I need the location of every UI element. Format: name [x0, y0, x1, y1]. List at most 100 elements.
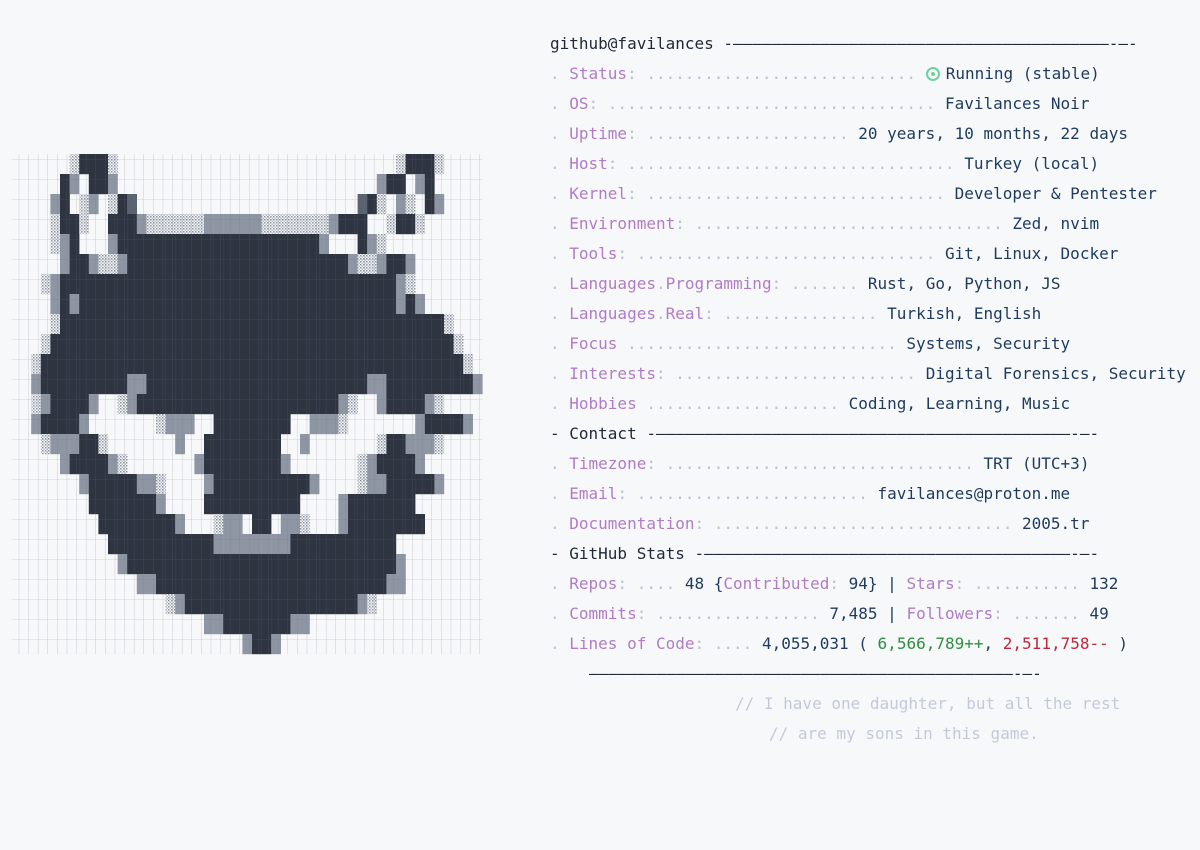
rows-dots: : ................................ [675, 214, 1013, 233]
rows-value: Turkish, English [887, 304, 1042, 323]
contact-dots: : ........................ [617, 484, 878, 503]
rows-row: . Languages.Real: ................ Turki… [550, 304, 1042, 323]
header-title: github@favilances [550, 34, 714, 53]
footer-rule-line: ————————————————————————————————————————… [550, 659, 1190, 689]
comment-2: // are my sons in this game. [769, 724, 1039, 743]
stats-title: GitHub Stats [569, 544, 685, 563]
rows-value: Favilances Noir [944, 94, 1090, 113]
rows-value: Running (stable) [945, 64, 1100, 83]
contact-rule: -———————————————————————————————————————… [636, 424, 1100, 443]
rows-row: . Status: ............................ R… [550, 64, 1100, 83]
rows-value: Developer & Pentester [954, 184, 1157, 203]
stats-rule: -——————————————————————————————————————-… [684, 544, 1100, 563]
rows-dots: : ............................ [627, 64, 926, 83]
rows-key: Uptime [569, 124, 628, 143]
repos-label: Repos [569, 574, 618, 593]
repos-value: 48 [684, 574, 705, 593]
rows-value: Zed, nvim [1012, 214, 1100, 233]
rows-value: Git, Linux, Docker [944, 244, 1119, 263]
rows-key: Environment [569, 214, 676, 233]
rows-key: Languages [569, 304, 656, 323]
repos-line: . Repos: .... 48 {Contributed: 94} | Sta… [550, 574, 1119, 593]
contact-row: . Documentation: .......................… [550, 514, 1090, 533]
rows-value: 20 years, 10 months, 22 days [858, 124, 1128, 143]
stars-value: 132 [1089, 574, 1119, 593]
contact-key: Email [569, 484, 618, 503]
rows-value: Systems, Security [906, 334, 1071, 353]
contact-dots: : ............................... [694, 514, 1023, 533]
contact-value: TRT (UTC+3) [983, 454, 1090, 473]
rows-value: Rust, Go, Python, JS [867, 274, 1061, 293]
contact-row: . Timezone: ............................… [550, 454, 1090, 473]
rows-key: Status [569, 64, 628, 83]
rows-row: . Focus ............................ Sys… [550, 334, 1071, 353]
header-rule: -———————————————————————————————————————… [713, 34, 1138, 53]
header-line: github@favilances -—————————————————————… [550, 29, 1190, 59]
contact-key: Documentation [569, 514, 695, 533]
loc-line: . Lines of Code: .... 4,055,031 ( 6,566,… [550, 634, 1129, 653]
rows-value: Digital Forensics, Security [925, 364, 1186, 383]
comment-line-1: // I have one daughter, but all the rest [550, 689, 1190, 719]
fox-mask-shape [12, 154, 483, 655]
commits-line: . Commits: ................. 7,485 | Fol… [550, 604, 1109, 623]
contact-value: favilances@proton.me [877, 484, 1071, 503]
followers-value: 49 [1089, 604, 1109, 623]
commits-label: Commits [569, 604, 637, 623]
rows-key: Languages [569, 274, 656, 293]
commits-value: 7,485 [829, 604, 878, 623]
rows-dots: : ..................... [627, 124, 859, 143]
contact-row: . Email: ........................ favila… [550, 484, 1071, 503]
comment-line-2: // are my sons in this game. [550, 719, 1190, 749]
contact-key: Timezone [569, 454, 647, 473]
rows-row: . Environment: .........................… [550, 214, 1100, 233]
rows-dots: ............................ [617, 334, 907, 353]
rows-key: Interests [569, 364, 656, 383]
rows-row: . Hobbies .................... Coding, L… [550, 394, 1071, 413]
comment-1: // I have one daughter, but all the rest [735, 694, 1121, 713]
status-indicator-icon [925, 67, 940, 81]
rows-dots: .................... [636, 394, 849, 413]
rows-key: OS [569, 94, 589, 113]
rows-key: Hobbies [569, 394, 637, 413]
loc-added: 6,566,789++ [877, 634, 984, 653]
loc-removed: 2,511,758-- [1002, 634, 1109, 653]
contributed-value: 94 [848, 574, 868, 593]
stars-label: Stars [906, 574, 955, 593]
contact-header: - Contact -—————————————————————————————… [550, 424, 1100, 443]
loc-label: Lines of Code [569, 634, 695, 653]
rows-key: Focus [569, 334, 618, 353]
rows-row: . OS: ..................................… [550, 94, 1090, 113]
rows-value: Turkey (local) [964, 154, 1100, 173]
rows-key: Host [569, 154, 608, 173]
stats-header: - GitHub Stats -————————————————————————… [550, 544, 1100, 563]
art-grid-overlay [12, 154, 483, 654]
contact-rows: . Timezone: ............................… [550, 449, 1190, 539]
contact-title: Contact [569, 424, 637, 443]
rows-dots: : ............................... [617, 244, 945, 263]
rows-row: . Tools: ...............................… [550, 244, 1119, 263]
rows-dots: : ................ [704, 304, 888, 323]
followers-label: Followers [906, 604, 994, 623]
info-rows: . Status: ............................ R… [550, 59, 1190, 419]
rows-row: . Host: ................................… [550, 154, 1100, 173]
contact-value: 2005.tr [1022, 514, 1090, 533]
rows-subkey: Real [665, 304, 705, 323]
rows-row: . Kernel: ..............................… [550, 184, 1157, 203]
contact-dots: : ................................ [646, 454, 984, 473]
rows-key: Tools [569, 244, 618, 263]
rows-dots: : ......................... [655, 364, 926, 383]
rows-dots: : ....... [771, 274, 868, 293]
rows-subkey: Programming [665, 274, 772, 293]
rows-row: . Languages.Programming: ....... Rust, G… [550, 274, 1061, 293]
system-info-panel: github@favilances -—————————————————————… [550, 29, 1190, 749]
rows-row: . Interests: ......................... D… [550, 364, 1186, 383]
rows-dots: : ............................... [627, 184, 955, 203]
contributed-label: Contributed [723, 574, 830, 593]
rows-dots: : .................................. [588, 94, 945, 113]
rows-row: . Uptime: ..................... 20 years… [550, 124, 1128, 143]
fox-mask-ascii-art [12, 154, 483, 655]
rows-dots: : .................................. [607, 154, 965, 173]
rows-value: Coding, Learning, Music [848, 394, 1071, 413]
rows-key: Kernel [569, 184, 628, 203]
loc-value: 4,055,031 [761, 634, 849, 653]
